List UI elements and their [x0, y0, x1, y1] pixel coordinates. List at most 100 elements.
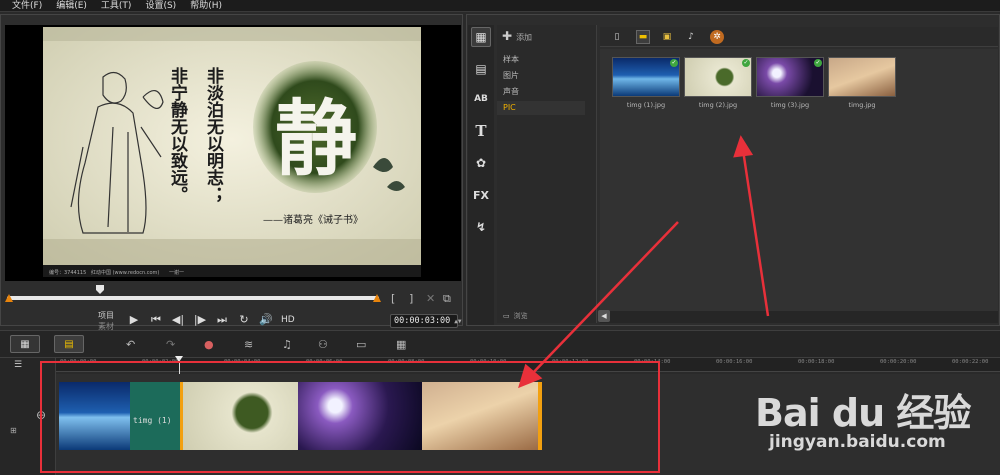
thumbnail-image — [828, 57, 896, 97]
mark-out-button[interactable]: ] — [409, 292, 413, 305]
media-thumbnail[interactable]: ✓ timg (2).jpg — [684, 57, 752, 113]
home-icon[interactable]: ⏮ — [149, 314, 163, 326]
mode-project[interactable]: 项目 — [98, 310, 114, 321]
caption-left: 编号：3744115 — [49, 269, 86, 276]
annotation-highlight-box — [40, 361, 660, 473]
undo-icon[interactable]: ↶ — [126, 338, 135, 351]
library-tabs: ▦ ▤ AB T ✿ FX ↯ — [468, 25, 494, 325]
filter-icon[interactable]: FX — [471, 185, 491, 205]
redo-icon[interactable]: ↷ — [166, 338, 175, 351]
video-editor-window: 文件(F) 编辑(E) 工具(T) 设置(S) 帮助(H) 非宁静无以致远。 非… — [0, 0, 1000, 475]
poem-col-2: 非宁静无以致远。 — [167, 66, 189, 203]
browse-label: 浏览 — [513, 312, 528, 320]
timeline-view-icon[interactable]: ▦ — [10, 335, 40, 353]
browse-icon: ▭ — [503, 312, 510, 320]
multi-camera-icon[interactable]: ▦ — [396, 338, 406, 351]
thumbnail-image: ✓ — [684, 57, 752, 97]
audio-mixer-icon[interactable]: ≋ — [244, 338, 253, 351]
library-toolbar: ▯ ▬ ▣ ♪ ✲ — [600, 27, 998, 47]
watermark-main: Bai du 经验 — [755, 391, 971, 435]
caption-mid: 红动中国 (www.redocn.com) — [91, 269, 159, 276]
thumbnail-name: timg (2).jpg — [698, 101, 738, 109]
music-filter-icon[interactable]: ♪ — [684, 30, 698, 44]
folder-samples[interactable]: 样本 — [497, 53, 585, 67]
thumbnail-image: ✓ — [612, 57, 680, 97]
thumbnail-name: timg (1).jpg — [626, 101, 666, 109]
timeline-toolbar: ▦ ▤ ↶ ↷ ● ≋ ♫ ⚇ ▭ ▦ — [0, 330, 1000, 358]
media-thumbnail[interactable]: ✓ timg (1).jpg — [612, 57, 680, 113]
hd-toggle[interactable]: HD — [281, 314, 295, 326]
transport-controls: ▶ ⏮ ◀| |▶ ⏭ ↻ 🔊 HD — [127, 314, 295, 326]
watermark-sub: jingyan.baidu.com — [769, 432, 946, 452]
track-lock-icon[interactable]: ⊞ — [10, 426, 17, 435]
thumbnail-name: timg (3).jpg — [770, 101, 810, 109]
library-panel: ▦ ▤ AB T ✿ FX ↯ ✚ 添加 样本 图片 声音 PIC ▭ 浏览 ▯ ▬… — [466, 14, 1000, 326]
thumbnail-image: ✓ — [756, 57, 824, 97]
menu-bar: 文件(F) 编辑(E) 工具(T) 设置(S) 帮助(H) — [0, 0, 1000, 12]
timecode-field[interactable]: 00:00:03:00 ▲▼ — [390, 314, 462, 328]
menu-edit[interactable]: 编辑(E) — [56, 1, 87, 11]
instant-project-icon[interactable]: ▤ — [471, 59, 491, 79]
preview-image: 非宁静无以致远。 非淡泊无以明志； 静 ——诸葛亮《诫子书》 编号：374411… — [43, 27, 421, 277]
caption-right: 一谢一 — [169, 269, 184, 276]
subtitle-editor-icon[interactable]: ▭ — [356, 338, 366, 351]
media-thumbnail[interactable]: timg.jpg — [828, 57, 896, 113]
scrub-handle[interactable] — [96, 285, 104, 294]
repeat-icon[interactable]: ↻ — [237, 314, 251, 326]
sort-icon[interactable]: ✲ — [710, 30, 724, 44]
menu-tools[interactable]: 工具(T) — [101, 1, 132, 11]
graphic-icon[interactable]: ✿ — [471, 153, 491, 173]
browse-button[interactable]: ▭ 浏览 — [503, 311, 528, 321]
attribution: ——诸葛亮《诫子书》 — [263, 213, 363, 226]
timecode-value: 00:00:03:00 — [394, 316, 451, 326]
timecode-stepper-icon[interactable]: ▲▼ — [454, 318, 461, 325]
path-icon[interactable]: ↯ — [471, 217, 491, 237]
play-icon[interactable]: ▶ — [127, 314, 141, 326]
media-grid: ✓ timg (1).jpg ✓ timg (2).jpg ✓ timg (3)… — [600, 49, 998, 311]
previous-frame-icon[interactable]: ◀| — [171, 314, 185, 326]
folder-pic[interactable]: PIC — [497, 101, 585, 115]
motion-tracking-icon[interactable]: ⚇ — [318, 338, 328, 351]
cut-icon[interactable]: ✕ — [426, 292, 435, 305]
media-thumbnail[interactable]: ✓ timg (3).jpg — [756, 57, 824, 113]
storyboard-view-icon[interactable]: ▤ — [54, 335, 84, 353]
folder-list: ✚ 添加 样本 图片 声音 PIC — [497, 25, 597, 323]
calligraphy-char: 静 — [275, 91, 357, 187]
library-statusbar — [600, 311, 998, 323]
collapse-icon[interactable]: ◀ — [598, 310, 610, 322]
scrub-bar[interactable] — [7, 296, 379, 300]
plus-icon: ✚ — [502, 29, 513, 43]
add-folder-label: 添加 — [516, 33, 533, 42]
end-icon[interactable]: ⏭ — [215, 314, 229, 326]
check-icon: ✓ — [670, 59, 678, 67]
folder-icon[interactable]: ▯ — [610, 30, 624, 44]
menu-settings[interactable]: 设置(S) — [145, 1, 176, 11]
mode-labels: 项目 素材 — [98, 310, 114, 332]
record-capture-icon[interactable]: ● — [204, 338, 214, 351]
watermark: Bai du 经验 jingyan.baidu.com — [735, 360, 995, 470]
folder-images[interactable]: 图片 — [497, 69, 585, 83]
mark-in-button[interactable]: [ — [391, 292, 395, 305]
trim-end-marker[interactable] — [373, 294, 381, 302]
poem-col-1: 非淡泊无以明志； — [203, 66, 225, 203]
track-manager-icon[interactable]: ☰ — [14, 360, 22, 370]
add-folder-button[interactable]: ✚ 添加 — [502, 29, 532, 43]
check-icon: ✓ — [814, 59, 822, 67]
auto-music-icon[interactable]: ♫ — [282, 338, 292, 351]
transition-icon[interactable]: AB — [471, 89, 491, 109]
menu-file[interactable]: 文件(F) — [12, 1, 42, 11]
check-icon: ✓ — [742, 59, 750, 67]
trim-start-marker[interactable] — [5, 294, 13, 302]
preview-panel: 非宁静无以致远。 非淡泊无以明志； 静 ——诸葛亮《诫子书》 编号：374411… — [0, 14, 463, 331]
preview-screen: 非宁静无以致远。 非淡泊无以明志； 静 ——诸葛亮《诫子书》 编号：374411… — [5, 25, 461, 281]
volume-icon[interactable]: 🔊 — [259, 314, 273, 326]
menu-help[interactable]: 帮助(H) — [190, 1, 222, 11]
enlarge-icon[interactable]: ⧉ — [443, 292, 451, 306]
next-frame-icon[interactable]: |▶ — [193, 314, 207, 326]
video-filter-icon[interactable]: ▬ — [636, 30, 650, 44]
folder-audio[interactable]: 声音 — [497, 85, 585, 99]
media-icon[interactable]: ▦ — [471, 27, 491, 47]
thumbnail-name: timg.jpg — [848, 101, 876, 109]
photo-filter-icon[interactable]: ▣ — [660, 30, 674, 44]
title-icon[interactable]: T — [471, 121, 491, 141]
